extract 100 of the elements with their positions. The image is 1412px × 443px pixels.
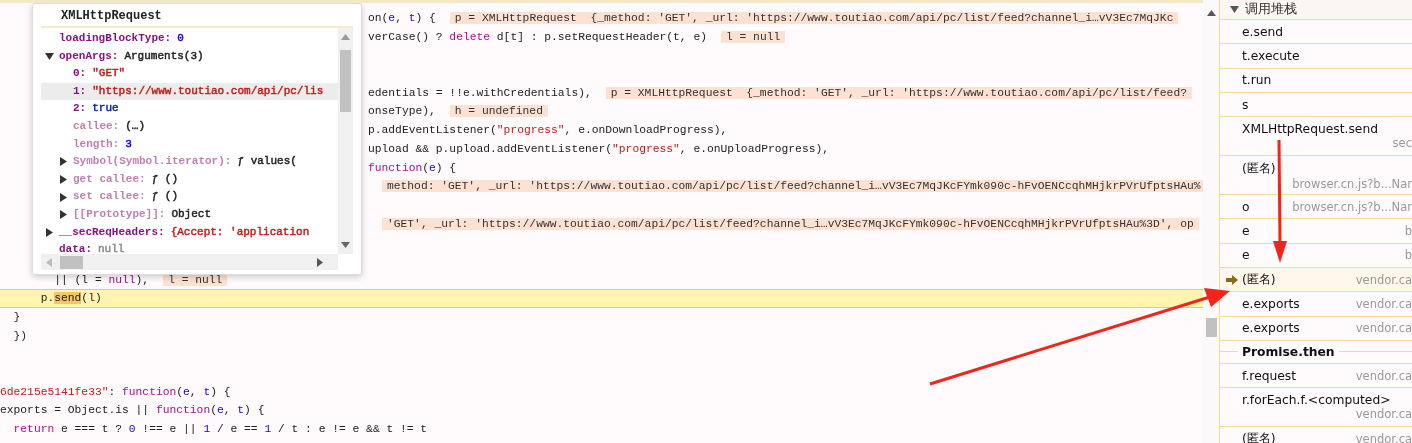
property-name: 2: [73, 101, 87, 117]
code-text: p.addEventListener( [368, 124, 497, 137]
frame-location: vendor.ca [1355, 321, 1412, 336]
code-text: edentials = !!e.withCredentials), [368, 86, 592, 99]
call-stack-header[interactable]: 调用堆栈 [1220, 0, 1412, 20]
vertical-scrollbar[interactable] [338, 28, 353, 254]
code-text: }) [12, 329, 28, 342]
code-text: ) { [210, 385, 231, 398]
property-name: loadingBlockType: [59, 31, 172, 46]
code-text: e [388, 12, 396, 24]
scroll-up-icon[interactable] [1206, 10, 1216, 16]
property-value: 0 [177, 31, 184, 46]
code-text: ) { [244, 404, 265, 417]
frame-location: b [1404, 248, 1412, 263]
property-value: (…) [125, 118, 146, 134]
call-frame-row[interactable]: e.send [1220, 20, 1412, 45]
frame-name: e.exports [1242, 297, 1300, 311]
property-name: set callee: [73, 189, 146, 205]
call-frame-row[interactable]: s [1220, 92, 1412, 118]
code-text: e [183, 385, 190, 398]
scrollbar-thumb[interactable] [1205, 318, 1217, 337]
inline-value-hint: l = null [721, 30, 786, 43]
call-frame-row[interactable]: (匿名) browser.cn.js?b...Nar [1220, 156, 1412, 196]
code-text: 1 [203, 423, 211, 436]
code-text: , [395, 12, 403, 24]
frame-name: e.send [1242, 24, 1284, 39]
code-text: ( [210, 404, 217, 417]
code-text: onseType), [368, 105, 436, 118]
frame-name: t.execute [1242, 48, 1300, 63]
frame-location: vendor.ca [1355, 431, 1412, 443]
disclosure-triangle-icon[interactable] [45, 227, 54, 237]
property-name: 0: [73, 66, 87, 82]
code-text: t [237, 404, 245, 417]
code-text: e === t ? [60, 423, 124, 436]
call-frame-row[interactable]: (匿名) vendor.ca [1220, 268, 1412, 293]
async-separator-label: Promise.then [1238, 344, 1339, 359]
inline-value-hint: 'GET', _url: 'https://www.toutiao.com/api/pc/list/feed?channel_i…vV3Ec7MqJKcFYmk090c-hFvOENCcqhMHjkrPVrUfptsHAu%3D', op [382, 217, 1199, 230]
inline-value-hint: h = undefined [449, 105, 548, 118]
inline-value-hint: p = XMLHttpRequest {_method: 'GET', _url: 'https://www.toutiao.com/api/pc/list/feed?channel_i…vV3Ec7MqJKc [449, 12, 1179, 24]
code-text: (l) [81, 292, 102, 305]
code-text: function [155, 404, 211, 417]
call-frame-row[interactable]: e.exports vendor.ca [1220, 316, 1412, 341]
code-text: / e == [215, 423, 259, 436]
property-name: get callee: [73, 171, 146, 187]
code-text: function [368, 161, 423, 174]
code-text: !== e || [141, 423, 198, 436]
call-frame-row[interactable]: XMLHttpRequest.send sec [1220, 117, 1412, 157]
code-text: ) { [415, 12, 436, 24]
property-value: Arguments(3) [124, 48, 204, 64]
code-text: p. [39, 292, 55, 305]
property-value: ƒ () [151, 189, 179, 205]
call-frame-row[interactable]: t.run [1220, 68, 1412, 93]
disclosure-triangle-icon[interactable] [1230, 5, 1239, 14]
disclosure-triangle-icon[interactable] [59, 157, 68, 167]
code-text: } [12, 311, 21, 323]
code-text: upload && p.upload.addEventListener( [368, 142, 613, 155]
code-text: , e.onDownloadProgress), [564, 124, 728, 137]
disclosure-triangle-icon[interactable] [59, 210, 68, 220]
frame-location: sec [1392, 136, 1412, 151]
call-frame-row[interactable]: r.forEach.f.<computed> vendor.ca [1220, 388, 1412, 428]
code-text: null [108, 273, 136, 286]
property-value: true [92, 101, 119, 117]
code-text: d[t] : p.setRequestHeader(t, e) [495, 30, 707, 43]
property-name: 1: [73, 83, 87, 99]
frame-name: s [1242, 97, 1249, 112]
call-frame-row[interactable]: t.execute [1220, 44, 1412, 69]
frame-name: e [1242, 224, 1250, 239]
frame-name: XMLHttpRequest.send [1242, 122, 1379, 137]
code-text: return [12, 423, 55, 436]
code-text: on( [368, 12, 389, 24]
editor-scrollbar[interactable] [1203, 0, 1219, 443]
code-text: t [203, 385, 211, 398]
scroll-down-icon[interactable] [341, 242, 350, 248]
call-frame-row[interactable]: o browser.cn.js?b...Nar [1220, 195, 1412, 220]
call-frame-row[interactable]: f.request vendor.ca [1220, 363, 1412, 389]
disclosure-triangle-icon[interactable] [59, 192, 68, 202]
code-text: t [408, 12, 416, 24]
code-text: , e.onUploadProgress), [679, 142, 829, 155]
code-text: 0 [128, 423, 136, 436]
property-name: data: [59, 242, 92, 254]
property-value: "GET" [92, 66, 126, 82]
frame-location: vendor.ca [1355, 407, 1412, 422]
horizontal-scrollbar[interactable] [41, 254, 338, 270]
scrollbar-thumb[interactable] [60, 255, 83, 269]
disclosure-triangle-icon[interactable] [45, 51, 54, 61]
property-name: [[Prototype]]: [73, 206, 166, 222]
popover-title: XMLHttpRequest [41, 4, 353, 28]
frame-name: (匿名) [1242, 271, 1276, 289]
scrollbar-thumb[interactable] [340, 50, 351, 112]
scroll-right-icon[interactable] [317, 257, 323, 267]
disclosure-triangle-icon[interactable] [59, 175, 68, 185]
property-name: openArgs: [59, 48, 119, 64]
inline-value-hint: p = XMLHttpRequest {_method: 'GET', _url: 'https://www.toutiao.com/api/pc/list/feed? [605, 86, 1192, 99]
code-text: ), [135, 273, 150, 286]
code-text: / t : e != e && t != t [276, 423, 428, 436]
frame-location: vendor.ca [1355, 272, 1412, 287]
inline-value-hint: method: 'GET', _url: 'https://www.toutiao.com/api/pc/list/feed?channel_i…vV3Ec7MqJKcFYmk090c-hFvOENCcqhMHjkrPVrUfptsHAu% [382, 180, 1203, 193]
frame-location: browser.cn.js?b...Nar [1292, 176, 1412, 191]
code-text: e [429, 161, 436, 174]
property-value: 3 [125, 136, 132, 152]
